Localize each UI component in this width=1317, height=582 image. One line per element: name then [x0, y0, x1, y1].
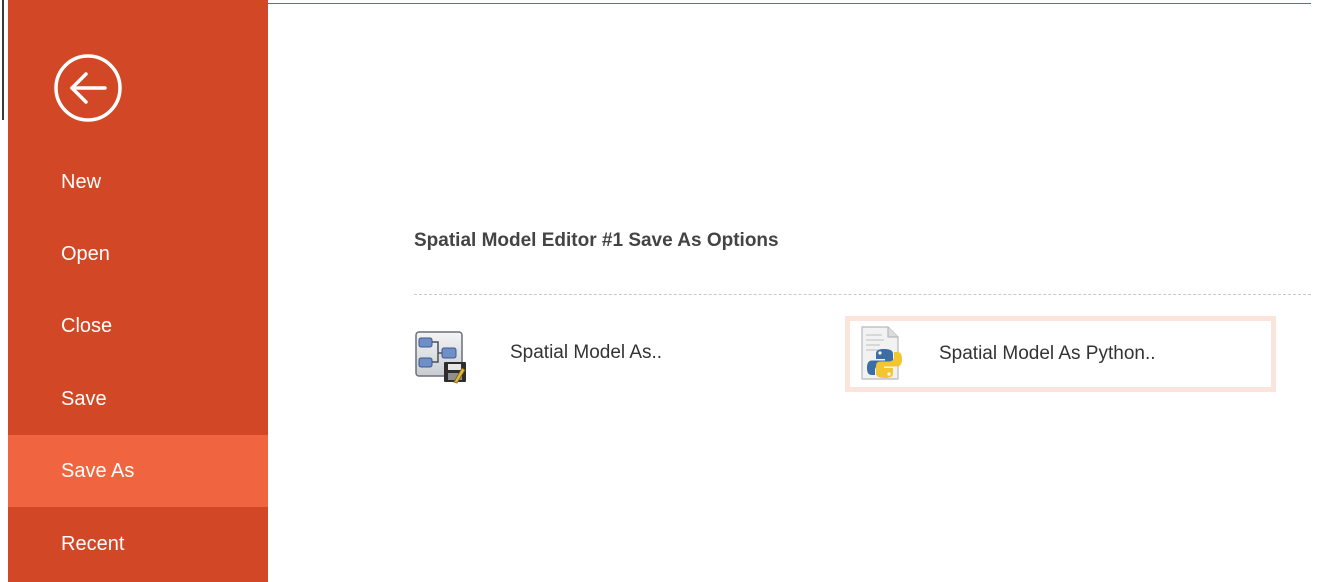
back-button[interactable]: [52, 52, 124, 124]
save-spatial-model-button[interactable]: Spatial Model As..: [414, 320, 834, 392]
nav-item-new[interactable]: New: [8, 146, 268, 218]
python-file-icon: [854, 325, 910, 381]
save-python-button[interactable]: Spatial Model As Python..: [845, 316, 1276, 392]
option-label: Spatial Model As..: [510, 342, 663, 363]
nav-item-save[interactable]: Save: [8, 363, 268, 435]
nav-item-label: Open: [61, 243, 110, 265]
nav-item-label: Recent: [61, 533, 125, 555]
nav-item-label: Close: [61, 315, 113, 337]
top-accent-line: [268, 3, 1311, 4]
nav-item-label: Save As: [61, 460, 135, 482]
back-arrow-circle-icon: [54, 54, 122, 122]
option-label: Spatial Model As Python..: [939, 343, 1156, 364]
window-left-edge: [0, 0, 8, 582]
spatial-model-save-icon: [414, 328, 470, 384]
nav-item-label: New: [61, 171, 102, 193]
nav-item-open[interactable]: Open: [8, 218, 268, 290]
nav-item-recent[interactable]: Recent: [8, 508, 268, 580]
window-edge-shadow: [2, 0, 4, 120]
nav-item-close[interactable]: Close: [8, 290, 268, 362]
backstage-sidebar: New Open Close Save Save As Recent: [8, 0, 268, 582]
page-title: Spatial Model Editor #1 Save As Options: [414, 230, 779, 251]
nav-item-save-as[interactable]: Save As: [8, 435, 268, 507]
section-divider: [414, 294, 1311, 295]
nav-item-label: Save: [61, 388, 107, 410]
